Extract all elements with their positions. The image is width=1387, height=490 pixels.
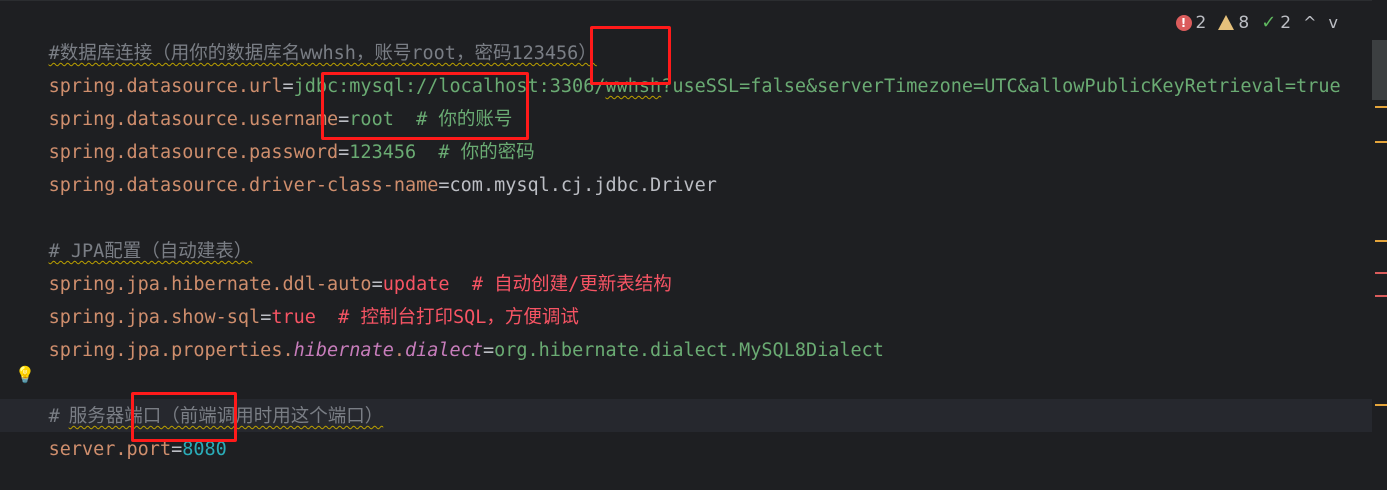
equals-sign: = xyxy=(171,439,183,460)
warning-icon xyxy=(1218,15,1235,30)
check-icon: ✓ xyxy=(1261,12,1277,33)
property-key: server.port xyxy=(48,439,172,460)
error-count[interactable]: ! 2 xyxy=(1175,12,1207,33)
property-value: org.hibernate.dialect.MySQL8Dialect xyxy=(494,340,884,361)
property-key-segment: dialect xyxy=(405,340,483,361)
property-key: spring.datasource.driver-class-name xyxy=(48,175,439,196)
warning-marker[interactable] xyxy=(1375,240,1387,242)
warning-marker[interactable] xyxy=(1375,141,1387,143)
annotation-box-db-name xyxy=(590,26,671,85)
code-line-2[interactable]: spring.datasource.url=jdbc:mysql://local… xyxy=(4,37,1341,97)
error-marker[interactable] xyxy=(1375,295,1387,297)
code-line-9[interactable]: spring.jpa.show-sql=true # 控制台打印SQL，方便调试 xyxy=(4,268,579,328)
ok-count[interactable]: ✓ 2 xyxy=(1261,12,1291,33)
warning-marker[interactable] xyxy=(1375,106,1387,108)
equals-sign: = xyxy=(438,175,450,196)
warning-count[interactable]: 8 xyxy=(1218,13,1249,33)
annotation-box-credentials xyxy=(321,72,529,140)
equals-sign: = xyxy=(482,340,495,361)
property-key: spring.jpa.properties. xyxy=(48,340,294,361)
property-key-dot: . xyxy=(393,340,405,361)
property-value-rest: ?useSSL=false&serverTimezone=UTC&allowPu… xyxy=(661,76,1341,97)
editor-scrollbar[interactable] xyxy=(1372,0,1387,490)
chevron-down-icon[interactable]: v xyxy=(1329,13,1338,32)
chevron-up-icon[interactable]: ^ xyxy=(1303,13,1316,32)
property-value: 8080 xyxy=(182,439,227,460)
scroll-thumb[interactable] xyxy=(1372,40,1387,100)
code-line-5[interactable]: spring.datasource.driver-class-name=com.… xyxy=(4,136,717,196)
property-value: com.mysql.cj.jdbc.Driver xyxy=(449,175,717,196)
code-line-1[interactable]: #数据库连接（用你的数据库名wwhsh，账号root，密码123456） xyxy=(4,4,597,64)
code-editor[interactable]: #数据库连接（用你的数据库名wwhsh，账号root，密码123456） spr… xyxy=(0,0,1372,490)
warning-marker[interactable] xyxy=(1375,404,1387,406)
lightbulb-icon[interactable]: 💡 xyxy=(15,366,35,384)
code-line-8[interactable]: spring.jpa.hibernate.ddl-auto=update # 自… xyxy=(4,235,672,295)
error-count-label: 2 xyxy=(1195,12,1207,33)
warning-count-label: 8 xyxy=(1238,12,1250,33)
code-line-7[interactable]: # JPA配置（自动建表） xyxy=(4,202,253,262)
property-key-segment: hibernate xyxy=(293,340,394,361)
inspection-widget[interactable]: ! 2 8 ✓ 2 ^ v xyxy=(1171,10,1342,35)
ok-count-label: 2 xyxy=(1280,12,1292,33)
error-marker[interactable] xyxy=(1375,272,1387,274)
error-icon: ! xyxy=(1175,14,1192,31)
annotation-box-port xyxy=(131,392,237,442)
code-line-10[interactable]: spring.jpa.properties.hibernate.dialect=… xyxy=(4,301,884,361)
editor-top-border xyxy=(0,0,1372,1)
